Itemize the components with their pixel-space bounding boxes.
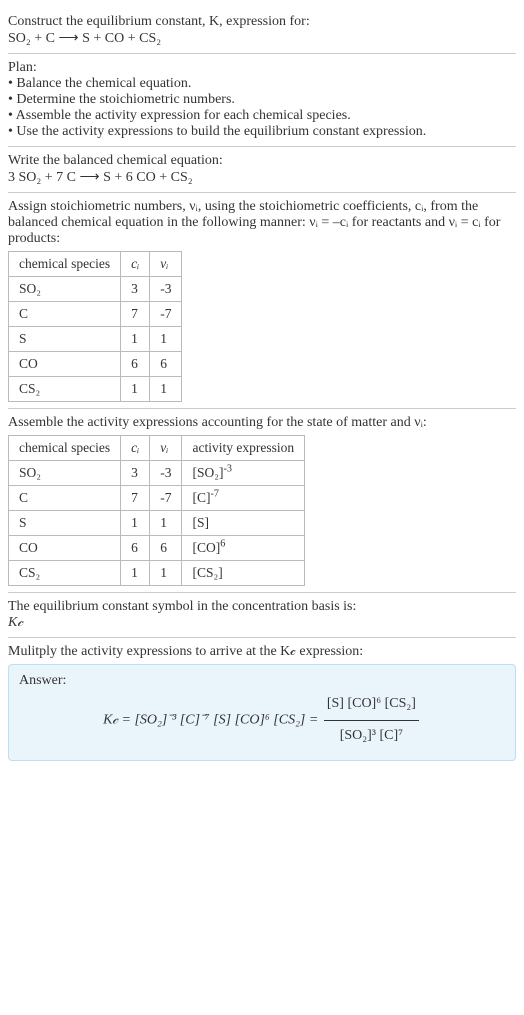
activity-text: Assemble the activity expressions accoun…: [8, 415, 516, 431]
plan-item: • Use the activity expressions to build …: [8, 124, 516, 140]
cell-vi: -7: [150, 486, 182, 511]
cell-vi: 1: [150, 511, 182, 536]
cell-ci: 1: [121, 511, 150, 536]
th-vi: νᵢ: [150, 436, 182, 461]
balanced-header: Write the balanced chemical equation:: [8, 153, 516, 169]
cell-vi: 6: [150, 352, 182, 377]
table-row: CO 6 6: [9, 352, 182, 377]
th-ci: cᵢ: [121, 252, 150, 277]
eq-rhs: S + CO + CS₂: [82, 31, 161, 46]
table-row: SO₂ 3 -3 [SO₂]-3: [9, 461, 305, 486]
table-row: CS₂ 1 1 [CS₂]: [9, 561, 305, 586]
stoich-table: chemical species cᵢ νᵢ SO₂ 3 -3 C 7 -7 S…: [8, 251, 182, 402]
plan-item: • Assemble the activity expression for e…: [8, 108, 516, 124]
table-row: CO 6 6 [CO]6: [9, 536, 305, 561]
cell-vi: -3: [150, 277, 182, 302]
prompt-equation: SO₂ + C ⟶ S + CO + CS₂: [8, 30, 516, 47]
cell-ci: 1: [121, 327, 150, 352]
th-species: chemical species: [9, 436, 121, 461]
cell-ci: 6: [121, 536, 150, 561]
cell-vi: -3: [150, 461, 182, 486]
kc-symbol-section: The equilibrium constant symbol in the c…: [8, 593, 516, 638]
prompt-line1: Construct the equilibrium constant, K, e…: [8, 14, 516, 30]
table-row: C 7 -7: [9, 302, 182, 327]
cell-species: CO: [9, 352, 121, 377]
answer-expression: K𝒸 = [SO₂]⁻³ [C]⁻⁷ [S] [CO]⁶ [CS₂] = [S]…: [19, 689, 505, 752]
th-activity: activity expression: [182, 436, 305, 461]
answer-fraction: [S] [CO]⁶ [CS₂] [SO₂]³ [C]⁷: [324, 689, 419, 752]
cell-species: S: [9, 511, 121, 536]
table-row: SO₂ 3 -3: [9, 277, 182, 302]
cell-ci: 7: [121, 486, 150, 511]
cell-species: SO₂: [9, 277, 121, 302]
prompt-section: Construct the equilibrium constant, K, e…: [8, 8, 516, 54]
cell-ci: 1: [121, 561, 150, 586]
plan-section: Plan: • Balance the chemical equation. •…: [8, 54, 516, 147]
answer-denominator: [SO₂]³ [C]⁷: [324, 721, 419, 752]
cell-ci: 3: [121, 461, 150, 486]
kc-symbol-text: The equilibrium constant symbol in the c…: [8, 599, 516, 615]
cell-vi: 6: [150, 536, 182, 561]
table-row: S 1 1 [S]: [9, 511, 305, 536]
balanced-equation: 3 SO₂ + 7 C ⟶ S + 6 CO + CS₂: [8, 169, 516, 186]
cell-species: S: [9, 327, 121, 352]
cell-activity: [CO]6: [182, 536, 305, 561]
cell-vi: 1: [150, 377, 182, 402]
assign-text: Assign stoichiometric numbers, νᵢ, using…: [8, 199, 516, 247]
table-row: C 7 -7 [C]-7: [9, 486, 305, 511]
table-row: CS₂ 1 1: [9, 377, 182, 402]
kc-symbol: K𝒸: [8, 615, 516, 631]
th-vi: νᵢ: [150, 252, 182, 277]
eq-arrow: ⟶: [59, 31, 79, 46]
cell-ci: 6: [121, 352, 150, 377]
cell-ci: 3: [121, 277, 150, 302]
answer-lhs: K𝒸 = [SO₂]⁻³ [C]⁻⁷ [S] [CO]⁶ [CS₂] =: [103, 713, 318, 728]
table-row: S 1 1: [9, 327, 182, 352]
multiply-section: Mulitply the activity expressions to arr…: [8, 638, 516, 767]
answer-numerator: [S] [CO]⁶ [CS₂]: [324, 689, 419, 721]
cell-species: C: [9, 486, 121, 511]
cell-species: CS₂: [9, 377, 121, 402]
cell-species: SO₂: [9, 461, 121, 486]
cell-vi: 1: [150, 327, 182, 352]
plan-header: Plan:: [8, 60, 516, 76]
cell-species: CO: [9, 536, 121, 561]
assign-section: Assign stoichiometric numbers, νᵢ, using…: [8, 193, 516, 409]
cell-ci: 7: [121, 302, 150, 327]
cell-activity: [S]: [182, 511, 305, 536]
cell-activity: [C]-7: [182, 486, 305, 511]
cell-ci: 1: [121, 377, 150, 402]
answer-box: Answer: K𝒸 = [SO₂]⁻³ [C]⁻⁷ [S] [CO]⁶ [CS…: [8, 664, 516, 761]
cell-species: C: [9, 302, 121, 327]
th-species: chemical species: [9, 252, 121, 277]
multiply-text: Mulitply the activity expressions to arr…: [8, 644, 516, 660]
plan-item: • Determine the stoichiometric numbers.: [8, 92, 516, 108]
eq-lhs: SO₂ + C: [8, 31, 55, 46]
cell-activity: [SO₂]-3: [182, 461, 305, 486]
plan-item: • Balance the chemical equation.: [8, 76, 516, 92]
table-header-row: chemical species cᵢ νᵢ: [9, 252, 182, 277]
balanced-section: Write the balanced chemical equation: 3 …: [8, 147, 516, 193]
activity-table: chemical species cᵢ νᵢ activity expressi…: [8, 435, 305, 586]
cell-vi: 1: [150, 561, 182, 586]
table-header-row: chemical species cᵢ νᵢ activity expressi…: [9, 436, 305, 461]
activity-section: Assemble the activity expressions accoun…: [8, 409, 516, 593]
answer-label: Answer:: [19, 673, 505, 689]
cell-activity: [CS₂]: [182, 561, 305, 586]
th-ci: cᵢ: [121, 436, 150, 461]
cell-species: CS₂: [9, 561, 121, 586]
cell-vi: -7: [150, 302, 182, 327]
